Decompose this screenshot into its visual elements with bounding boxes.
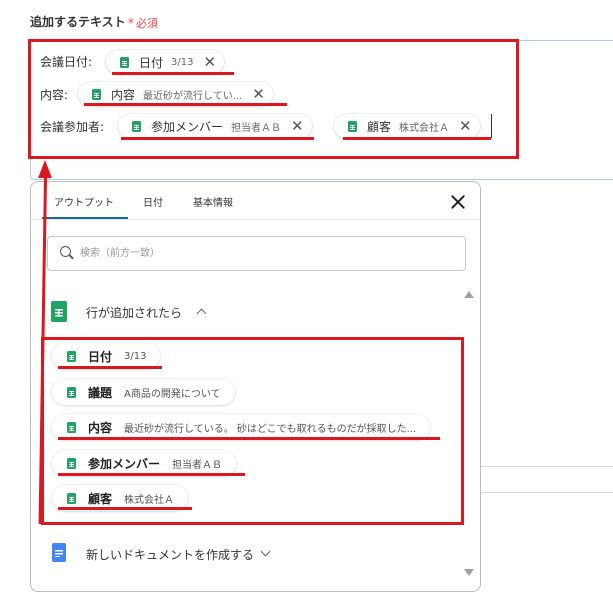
underline-annotation: [58, 366, 162, 369]
scrollbar-down-arrow[interactable]: [464, 569, 474, 576]
tab-divider: [31, 219, 480, 220]
required-asterisk: *: [128, 16, 134, 30]
active-tab-indicator: [42, 217, 128, 219]
group-title-row-added[interactable]: 行が追加されたら: [86, 304, 182, 321]
group-title-create-document[interactable]: 新しいドキュメントを作成する: [86, 546, 254, 563]
tab-basic-info[interactable]: 基本情報: [193, 194, 233, 209]
underline-annotation: [84, 103, 287, 106]
underline-annotation: [58, 473, 245, 476]
docs-icon: [52, 543, 66, 566]
underline-annotation: [58, 507, 192, 510]
required-badge: * 必須: [128, 15, 158, 31]
tab-output[interactable]: アウトプット: [54, 194, 114, 209]
field-label: 追加するテキスト: [30, 15, 126, 29]
scrollbar-up-arrow[interactable]: [464, 291, 474, 298]
divider: [480, 466, 613, 467]
underline-annotation: [58, 437, 440, 440]
underline-annotation: [121, 137, 314, 140]
sheets-icon: [51, 301, 67, 326]
search-input[interactable]: 検索（前方一致）: [47, 236, 466, 271]
close-icon[interactable]: [450, 194, 466, 210]
required-text: 必須: [136, 17, 158, 30]
search-icon: [60, 246, 71, 257]
underline-annotation: [112, 72, 234, 75]
divider: [480, 492, 613, 493]
highlight-box-editor: [28, 39, 519, 159]
arrow-head: [38, 160, 52, 178]
tab-date[interactable]: 日付: [143, 194, 163, 209]
underline-annotation: [343, 137, 491, 140]
